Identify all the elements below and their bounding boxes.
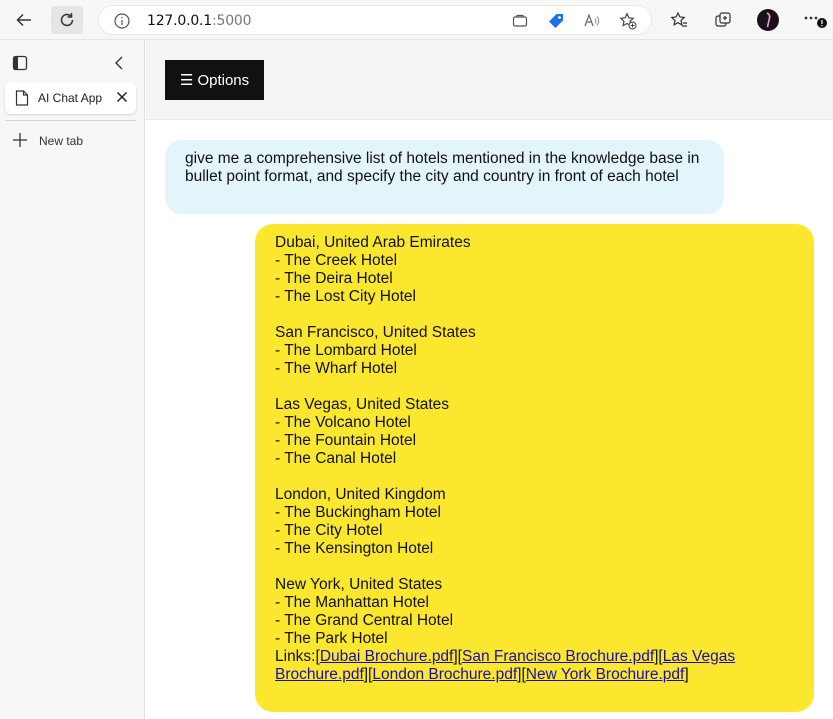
group-heading: Dubai, United Arab Emirates bbox=[275, 234, 471, 251]
document-icon bbox=[15, 90, 29, 106]
group-heading: New York, United States bbox=[275, 576, 443, 593]
hotel-item: - The Manhattan Hotel bbox=[275, 594, 429, 611]
hotel-item: - The Canal Hotel bbox=[275, 450, 397, 467]
refresh-icon bbox=[60, 13, 74, 27]
url-text[interactable]: 127.0.0.1:5000 bbox=[147, 13, 252, 29]
hotel-item: - The City Hotel bbox=[275, 522, 383, 539]
plus-icon bbox=[13, 133, 27, 147]
link-san-francisco-brochure[interactable]: San Francisco Brochure.pdf bbox=[462, 648, 654, 665]
hotel-item: - The Wharf Hotel bbox=[275, 360, 398, 377]
url-port: :5000 bbox=[212, 13, 252, 29]
close-icon[interactable] bbox=[115, 90, 129, 104]
hotel-item: - The Park Hotel bbox=[275, 630, 388, 647]
new-tab-label: New tab bbox=[39, 134, 84, 148]
hotel-item: - The Kensington Hotel bbox=[275, 540, 434, 557]
link-new-york-brochure[interactable]: New York Brochure.pdf bbox=[526, 666, 685, 683]
hotel-item: - The Grand Central Hotel bbox=[275, 612, 454, 629]
user-message-text: give me a comprehensive list of hotels m… bbox=[185, 150, 700, 185]
links-line: Links:[Dubai Brochure.pdf][San Francisco… bbox=[275, 648, 736, 683]
user-message-bubble: give me a comprehensive list of hotels m… bbox=[165, 140, 724, 214]
browser-toolbar: 127.0.0.1:5000 bbox=[0, 0, 833, 40]
more-icon bbox=[804, 16, 827, 28]
link-dubai-brochure[interactable]: Dubai Brochure.pdf bbox=[320, 648, 454, 665]
hotel-item: - The Fountain Hotel bbox=[275, 432, 417, 449]
more-button[interactable] bbox=[799, 6, 831, 34]
chat-app: ☰ Options give me a comprehensive list o… bbox=[146, 40, 833, 719]
hotel-item: - The Buckingham Hotel bbox=[275, 504, 441, 521]
add-favorite-icon[interactable] bbox=[619, 12, 637, 30]
back-arrow-icon bbox=[16, 13, 31, 27]
read-aloud-icon[interactable] bbox=[583, 12, 601, 30]
back-button[interactable] bbox=[8, 6, 40, 34]
group-heading: London, United Kingdom bbox=[275, 486, 446, 503]
hotel-item: - The Lost City Hotel bbox=[275, 288, 416, 305]
collections-icon bbox=[715, 12, 731, 27]
vertical-tabs-sidebar: AI Chat App New tab bbox=[0, 40, 145, 719]
hotel-item: - The Volcano Hotel bbox=[275, 414, 411, 431]
group-heading: Las Vegas, United States bbox=[275, 396, 450, 413]
url-host: 127.0.0.1 bbox=[147, 13, 212, 29]
tab-ai-chat-app[interactable]: AI Chat App bbox=[5, 82, 136, 114]
bot-message-bubble: Dubai, United Arab Emirates - The Creek … bbox=[255, 224, 814, 712]
profile-button[interactable] bbox=[752, 6, 784, 34]
collections-button[interactable] bbox=[707, 6, 739, 34]
app-header: ☰ Options bbox=[146, 40, 833, 120]
hotel-item: - The Creek Hotel bbox=[275, 252, 398, 269]
options-button[interactable]: ☰ Options bbox=[165, 60, 264, 100]
favorites-button[interactable] bbox=[663, 6, 695, 34]
link-london-brochure[interactable]: London Brochure.pdf bbox=[372, 666, 517, 683]
info-icon[interactable] bbox=[113, 12, 131, 30]
collapse-sidebar-icon[interactable] bbox=[111, 54, 129, 72]
address-bar[interactable]: 127.0.0.1:5000 bbox=[98, 5, 652, 35]
links-prefix: Links: bbox=[275, 648, 316, 665]
sidebar-divider bbox=[5, 120, 136, 121]
refresh-button[interactable] bbox=[51, 6, 83, 34]
tab-label: AI Chat App bbox=[38, 91, 103, 105]
tab-actions-icon[interactable] bbox=[11, 54, 29, 72]
shopping-tag-icon[interactable] bbox=[547, 12, 565, 30]
hotel-item: - The Lombard Hotel bbox=[275, 342, 417, 359]
favorites-icon bbox=[670, 11, 687, 27]
hotel-item: - The Deira Hotel bbox=[275, 270, 393, 287]
group-heading: San Francisco, United States bbox=[275, 324, 476, 341]
app-available-icon[interactable] bbox=[511, 12, 529, 30]
profile-avatar-icon bbox=[757, 9, 779, 31]
